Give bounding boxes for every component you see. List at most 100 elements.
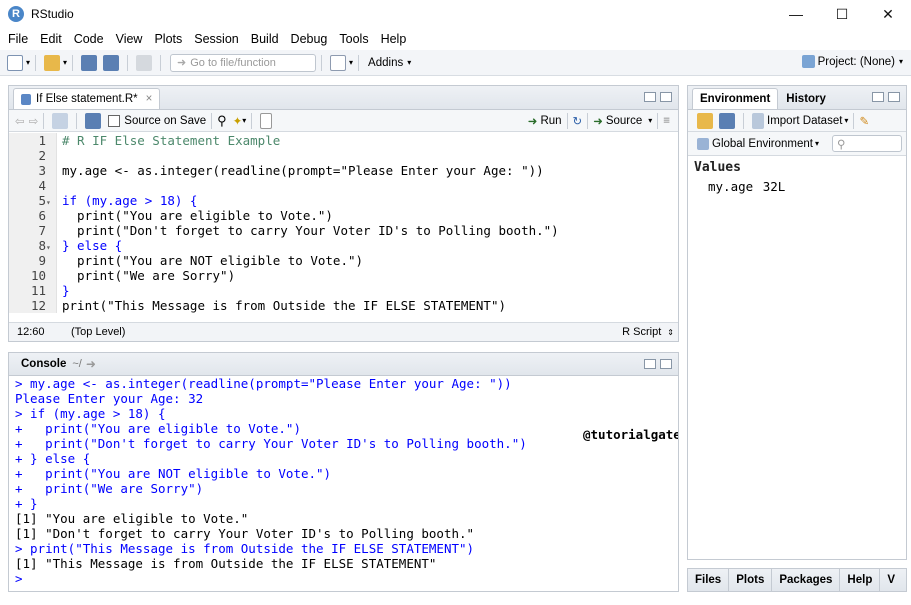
- menu-code[interactable]: Code: [68, 32, 110, 46]
- code-line: 5▾ if (my.age > 18) {: [38, 193, 198, 208]
- maximize-pane-icon[interactable]: [888, 92, 900, 102]
- variable-name: my.age: [708, 179, 754, 194]
- toolbar-divider: [127, 54, 129, 71]
- tab-viewer[interactable]: V: [880, 569, 902, 591]
- goto-file-input[interactable]: ➜ Go to file/function: [170, 53, 317, 72]
- editor-tab[interactable]: If Else statement.R* ×: [13, 88, 161, 109]
- minimize-pane-icon[interactable]: [872, 92, 884, 102]
- magic-wand-icon[interactable]: ✦: [233, 114, 243, 128]
- console-line: > my.age <- as.integer(readline(prompt="…: [15, 376, 512, 391]
- console-prompt[interactable]: >: [15, 571, 678, 586]
- menu-file[interactable]: File: [2, 32, 34, 46]
- run-arrow-icon: ➜: [527, 115, 538, 128]
- close-tab-icon[interactable]: ×: [146, 93, 153, 105]
- minimize-button[interactable]: —: [773, 0, 819, 28]
- maximize-pane-icon[interactable]: [660, 359, 672, 369]
- open-folder-icon[interactable]: [44, 54, 61, 71]
- tab-history[interactable]: History: [778, 88, 834, 109]
- menu-tools[interactable]: Tools: [333, 32, 374, 46]
- chevron-down-icon[interactable]: ▾: [242, 116, 246, 125]
- toolbar-divider: [358, 54, 360, 71]
- close-button[interactable]: ✕: [865, 0, 911, 28]
- tab-packages[interactable]: Packages: [772, 569, 841, 591]
- forward-arrow-icon[interactable]: ⇨: [29, 114, 39, 128]
- rerun-icon[interactable]: ↻: [573, 114, 583, 128]
- environment-search-input[interactable]: ⚲: [832, 135, 902, 152]
- cursor-position: 12:60: [17, 326, 45, 338]
- variable-row[interactable]: my.age 32L: [688, 179, 906, 194]
- chevron-down-icon[interactable]: ▾: [844, 116, 848, 125]
- tab-plots[interactable]: Plots: [729, 569, 773, 591]
- chevron-down-icon[interactable]: ▾: [407, 58, 411, 67]
- menu-edit[interactable]: Edit: [34, 32, 68, 46]
- menu-debug[interactable]: Debug: [285, 32, 334, 46]
- minimize-pane-icon[interactable]: [644, 359, 656, 369]
- chevron-down-icon[interactable]: ▾: [63, 58, 67, 67]
- table-icon: [752, 112, 764, 129]
- project-menu[interactable]: Project: (None) ▾: [799, 55, 903, 68]
- maximize-pane-icon[interactable]: [660, 92, 672, 102]
- pane-controls: [872, 92, 900, 102]
- chevron-down-icon: ▾: [648, 116, 653, 125]
- save-all-icon[interactable]: [103, 54, 120, 71]
- tab-help[interactable]: Help: [840, 569, 881, 591]
- toolbar-divider: [657, 112, 659, 129]
- console-line: > if (my.age > 18) {: [15, 406, 166, 421]
- source-arrow-icon: ➜: [593, 115, 603, 128]
- source-on-save-checkbox[interactable]: [108, 114, 121, 127]
- environment-icon: [697, 137, 709, 150]
- source-button[interactable]: ➜ Source ▾: [593, 114, 652, 128]
- console-line: + print("You are eligible to Vote."): [15, 421, 301, 436]
- chevron-down-icon[interactable]: ▾: [26, 58, 30, 67]
- chevron-down-icon[interactable]: ▾: [815, 139, 819, 148]
- filetype-selector[interactable]: R Script: [622, 326, 661, 338]
- save-icon[interactable]: [85, 112, 102, 129]
- print-icon[interactable]: [136, 54, 153, 71]
- scope-selector[interactable]: (Top Level): [71, 326, 125, 338]
- run-button[interactable]: ➜ Run: [528, 114, 562, 128]
- grid-layout-icon[interactable]: [330, 54, 347, 71]
- new-file-icon[interactable]: [7, 54, 23, 71]
- menu-view[interactable]: View: [110, 32, 149, 46]
- code-line: 8▾} else {: [38, 238, 123, 253]
- editor-tabbar: If Else statement.R* ×: [9, 86, 678, 110]
- import-dataset-button[interactable]: Import Dataset: [767, 115, 842, 127]
- toolbar-divider: [321, 54, 323, 71]
- tab-files[interactable]: Files: [688, 569, 730, 591]
- go-to-directory-icon[interactable]: ➜: [86, 357, 96, 371]
- toolbar-divider: [35, 54, 37, 71]
- back-arrow-icon[interactable]: ⇦: [15, 114, 25, 128]
- toolbar-divider: [587, 112, 589, 129]
- tab-environment[interactable]: Environment: [692, 88, 779, 109]
- chevron-down-icon[interactable]: ▾: [349, 58, 353, 67]
- global-environment-selector[interactable]: Global Environment: [712, 138, 813, 150]
- outline-icon[interactable]: ≡: [663, 115, 670, 127]
- minimize-pane-icon[interactable]: [644, 92, 656, 102]
- menu-plots[interactable]: Plots: [148, 32, 188, 46]
- console-line: [1] "Don't forget to carry Your Voter ID…: [15, 526, 475, 541]
- code-editor[interactable]: 1 # R IF Else Statement Example 2 3 my.age…: [9, 133, 678, 313]
- search-icon[interactable]: ⚲: [217, 113, 227, 129]
- run-label: Run: [540, 114, 562, 127]
- broom-icon[interactable]: ✎: [859, 114, 869, 128]
- pane-controls: [644, 359, 672, 369]
- compile-report-icon[interactable]: [260, 112, 273, 129]
- save-icon[interactable]: [81, 54, 98, 71]
- files-tabbar: Files Plots Packages Help V: [687, 568, 907, 592]
- menu-build[interactable]: Build: [245, 32, 285, 46]
- maximize-button[interactable]: ☐: [819, 0, 865, 28]
- console-line: + print("We are Sorry"): [15, 481, 204, 496]
- addins-menu[interactable]: Addins: [368, 57, 403, 69]
- code-line: 1 # R IF Else Statement Example: [38, 133, 281, 148]
- console-line: > print("This Message is from Outside th…: [15, 541, 475, 556]
- show-in-window-icon[interactable]: [52, 112, 69, 129]
- open-folder-icon[interactable]: [697, 112, 713, 129]
- console-output[interactable]: > my.age <- as.integer(readline(prompt="…: [9, 376, 678, 591]
- save-icon[interactable]: [719, 112, 735, 129]
- code-line: 11}: [30, 283, 70, 298]
- toolbar-divider: [251, 112, 253, 129]
- toolbar-divider: [160, 54, 162, 71]
- menu-help[interactable]: Help: [375, 32, 413, 46]
- window-title: RStudio: [31, 7, 74, 21]
- menu-session[interactable]: Session: [188, 32, 244, 46]
